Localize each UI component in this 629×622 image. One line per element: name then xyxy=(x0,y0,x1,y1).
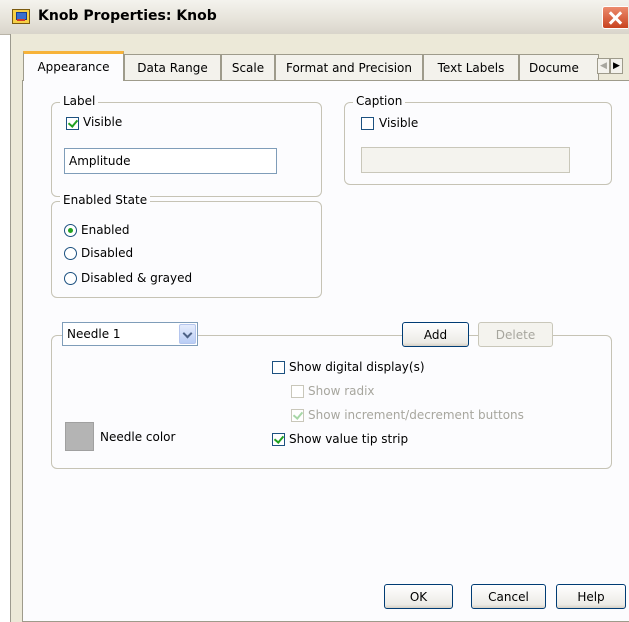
show-digital-display-label: Show digital display(s) xyxy=(289,360,425,374)
disabled-radio-label: Disabled xyxy=(81,246,134,260)
show-radix-label: Show radix xyxy=(308,384,375,398)
tab-scale[interactable]: Scale xyxy=(221,54,275,80)
disabled-radio[interactable] xyxy=(64,247,77,260)
chevron-down-icon[interactable] xyxy=(179,324,196,344)
add-needle-button[interactable]: Add xyxy=(402,322,469,347)
tab-data-range[interactable]: Data Range xyxy=(124,54,221,80)
label-visible-label: Visible xyxy=(83,115,123,129)
enabled-radio[interactable] xyxy=(64,224,77,237)
show-incdec-checkbox[interactable] xyxy=(291,409,304,422)
help-button[interactable]: Help xyxy=(556,584,626,609)
cancel-button[interactable]: Cancel xyxy=(471,584,546,609)
disabled-grayed-radio-label: Disabled & grayed xyxy=(81,271,193,285)
label-text-field[interactable]: Amplitude xyxy=(64,148,277,174)
caption-text-field[interactable] xyxy=(361,147,570,173)
needle-group xyxy=(51,335,612,469)
show-tip-strip-label: Show value tip strip xyxy=(289,432,409,446)
enabled-radio-label: Enabled xyxy=(81,223,130,237)
tab-text-labels[interactable]: Text Labels xyxy=(423,54,519,80)
show-radix-checkbox[interactable] xyxy=(291,385,304,398)
dialog-body: Appearance Data Range Scale Format and P… xyxy=(10,34,629,622)
tab-format-and-precision[interactable]: Format and Precision xyxy=(275,54,423,80)
caption-group: Caption Visible xyxy=(344,94,612,185)
show-digital-display-checkbox[interactable] xyxy=(272,361,285,374)
tab-appearance[interactable]: Appearance xyxy=(23,51,124,81)
appearance-panel: Label Visible Amplitude Caption Visible … xyxy=(22,80,629,622)
window-title: Knob Properties: Knob xyxy=(38,8,217,24)
disabled-grayed-radio[interactable] xyxy=(64,272,77,285)
label-group-title: Label xyxy=(60,94,99,108)
labview-vi-icon xyxy=(12,9,30,24)
label-group: Label Visible Amplitude xyxy=(51,94,322,197)
show-tip-strip-checkbox[interactable] xyxy=(272,433,285,446)
delete-needle-button[interactable]: Delete xyxy=(478,322,553,347)
needle-select[interactable]: Needle 1 xyxy=(62,322,198,346)
enabled-state-group: Enabled State Enabled Disabled Disabled … xyxy=(51,193,322,298)
close-icon[interactable] xyxy=(602,6,628,29)
knob-properties-dialog: Knob Properties: Knob Appearance Data Ra… xyxy=(0,0,629,622)
show-incdec-label: Show increment/decrement buttons xyxy=(308,408,524,422)
caption-group-title: Caption xyxy=(353,94,406,108)
tab-documentation[interactable]: Docume xyxy=(519,54,599,80)
tab-scroll-right-icon[interactable]: ▶ xyxy=(610,58,623,74)
caption-visible-label: Visible xyxy=(379,116,419,130)
tab-scroll-left-icon[interactable]: ◀ xyxy=(597,58,610,74)
needle-color-label: Needle color xyxy=(100,430,176,444)
needle-color-swatch[interactable] xyxy=(65,422,94,451)
caption-visible-checkbox[interactable] xyxy=(361,117,374,130)
label-visible-checkbox[interactable] xyxy=(66,117,79,130)
enabled-state-title: Enabled State xyxy=(60,193,151,207)
ok-button[interactable]: OK xyxy=(384,584,453,609)
title-bar[interactable]: Knob Properties: Knob xyxy=(0,0,629,35)
